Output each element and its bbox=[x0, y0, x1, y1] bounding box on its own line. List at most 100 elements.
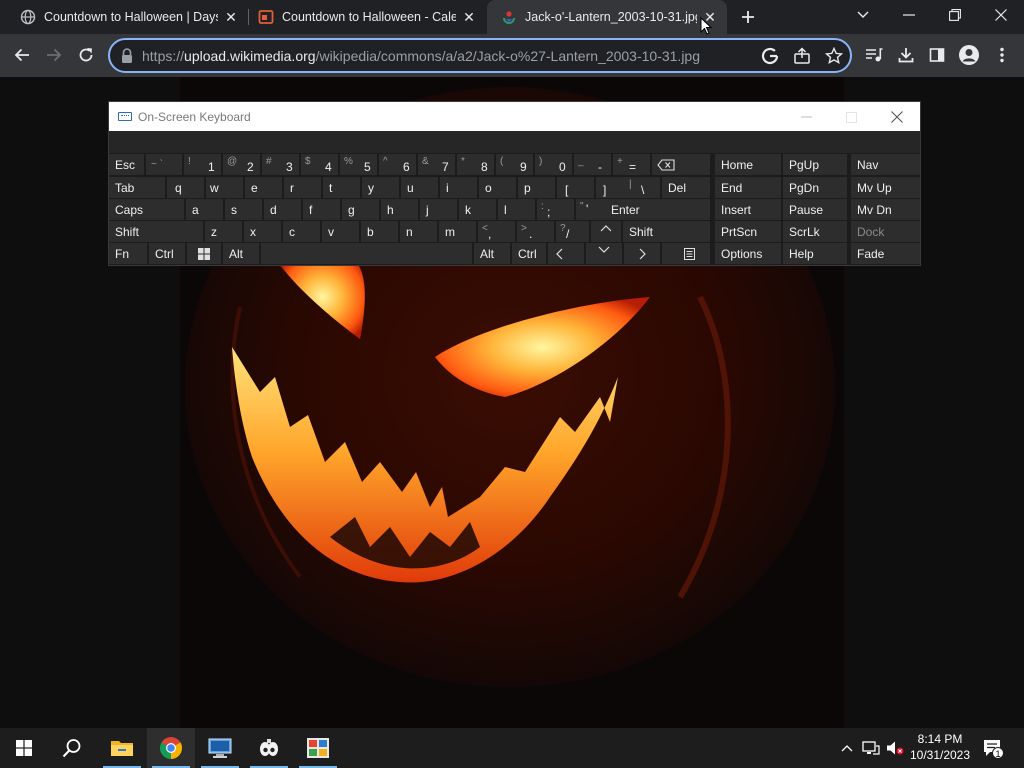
key-page-down[interactable]: PgDn bbox=[783, 177, 847, 198]
key-dock[interactable]: Dock bbox=[851, 221, 920, 242]
key-backspace[interactable] bbox=[652, 154, 710, 175]
reload-button[interactable] bbox=[72, 41, 100, 69]
key-3[interactable]: #3 bbox=[262, 154, 299, 175]
taskbar-remote-desktop[interactable] bbox=[196, 728, 244, 768]
key-page-up[interactable]: PgUp bbox=[783, 154, 847, 175]
key-c[interactable]: c bbox=[283, 221, 320, 242]
network-icon[interactable] bbox=[860, 728, 882, 768]
osk-title-bar[interactable]: On-Screen Keyboard bbox=[109, 102, 920, 131]
key-equals[interactable]: + = bbox=[613, 154, 650, 175]
key-fade[interactable]: Fade bbox=[851, 243, 920, 264]
restore-window-button[interactable] bbox=[932, 0, 978, 30]
key-a[interactable]: a bbox=[186, 199, 223, 220]
profile-avatar-icon[interactable] bbox=[955, 41, 983, 69]
taskbar-file-explorer[interactable] bbox=[98, 728, 146, 768]
key-arrow-left[interactable] bbox=[548, 243, 584, 264]
key-z[interactable]: z bbox=[205, 221, 242, 242]
taskbar-chrome[interactable] bbox=[147, 728, 195, 768]
key-insert[interactable]: Insert bbox=[715, 199, 781, 220]
key-open-bracket[interactable]: {[ bbox=[557, 177, 594, 198]
key-arrow-down[interactable] bbox=[586, 243, 622, 264]
key-y[interactable]: y bbox=[362, 177, 399, 198]
key-print-screen[interactable]: PrtScn bbox=[715, 221, 781, 242]
key-w[interactable]: w bbox=[206, 177, 243, 198]
key-g[interactable]: g bbox=[342, 199, 379, 220]
key-left-shift[interactable]: Shift bbox=[109, 221, 203, 242]
forward-button[interactable] bbox=[40, 41, 68, 69]
tab-countdown-days[interactable]: Countdown to Halloween | Days ✕ bbox=[0, 0, 248, 34]
close-tab-icon[interactable]: ✕ bbox=[460, 8, 478, 26]
key-q[interactable]: q bbox=[167, 177, 204, 198]
google-lens-icon[interactable] bbox=[760, 46, 780, 66]
new-tab-button[interactable] bbox=[736, 5, 760, 29]
key-semicolon[interactable]: :; bbox=[537, 199, 574, 220]
key-caps-lock[interactable]: Caps bbox=[109, 199, 184, 220]
key-period[interactable]: >. bbox=[517, 221, 554, 242]
key-2[interactable]: @2 bbox=[223, 154, 260, 175]
key-help[interactable]: Help bbox=[783, 243, 847, 264]
key-comma[interactable]: <, bbox=[478, 221, 515, 242]
key-del[interactable]: Del bbox=[662, 177, 710, 198]
key-left-alt[interactable]: Alt bbox=[223, 243, 259, 264]
url-text[interactable]: https://upload.wikimedia.org/wikipedia/c… bbox=[142, 48, 700, 64]
search-button[interactable] bbox=[48, 728, 96, 768]
key-o[interactable]: o bbox=[479, 177, 516, 198]
key-esc[interactable]: Esc bbox=[109, 154, 144, 175]
key-right-alt[interactable]: Alt bbox=[474, 243, 510, 264]
back-button[interactable] bbox=[8, 41, 36, 69]
key-scroll-lock[interactable]: ScrLk bbox=[783, 221, 847, 242]
key-menu[interactable] bbox=[662, 243, 710, 264]
show-hidden-icons-button[interactable] bbox=[838, 728, 856, 768]
key-n[interactable]: n bbox=[400, 221, 437, 242]
key-i[interactable]: i bbox=[440, 177, 477, 198]
notification-center-button[interactable]: 1 bbox=[980, 728, 1006, 768]
key-s[interactable]: s bbox=[225, 199, 262, 220]
key-enter[interactable]: Enter bbox=[605, 199, 710, 220]
key-minus[interactable]: _ - bbox=[574, 154, 611, 175]
system-clock[interactable]: 8:14 PM 10/31/2023 bbox=[905, 731, 975, 763]
key-k[interactable]: k bbox=[459, 199, 496, 220]
key-tilde[interactable]: ~ ` bbox=[146, 154, 182, 175]
key-1[interactable]: ! 1 bbox=[184, 154, 221, 175]
reading-list-icon[interactable] bbox=[860, 41, 888, 69]
key-right-shift[interactable]: Shift bbox=[623, 221, 710, 242]
taskbar-screen-reader[interactable] bbox=[245, 728, 293, 768]
key-arrow-up[interactable] bbox=[591, 221, 621, 242]
minimize-window-button[interactable] bbox=[886, 0, 932, 30]
bookmark-star-icon[interactable] bbox=[824, 46, 844, 66]
key-l[interactable]: l bbox=[498, 199, 535, 220]
key-home[interactable]: Home bbox=[715, 154, 781, 175]
osk-maximize-button[interactable] bbox=[840, 106, 862, 128]
key-f[interactable]: f bbox=[303, 199, 340, 220]
chrome-menu-icon[interactable] bbox=[988, 41, 1016, 69]
key-r[interactable]: r bbox=[284, 177, 321, 198]
key-6[interactable]: ^ 6 bbox=[379, 154, 416, 175]
tab-countdown-calendar[interactable]: Countdown to Halloween - Calen ✕ bbox=[238, 0, 486, 34]
downloads-icon[interactable] bbox=[892, 41, 920, 69]
taskbar-app-grid[interactable] bbox=[294, 728, 342, 768]
address-bar[interactable]: https://upload.wikimedia.org/wikipedia/c… bbox=[108, 38, 852, 73]
key-4[interactable]: $4 bbox=[301, 154, 338, 175]
key-7[interactable]: & 7 bbox=[418, 154, 455, 175]
tab-search-icon[interactable] bbox=[840, 0, 886, 30]
key-p[interactable]: p bbox=[518, 177, 555, 198]
side-panel-icon[interactable] bbox=[923, 41, 951, 69]
key-8[interactable]: * 8 bbox=[457, 154, 494, 175]
key-m[interactable]: m bbox=[439, 221, 476, 242]
key-fn[interactable]: Fn bbox=[109, 243, 147, 264]
key-options[interactable]: Options bbox=[715, 243, 781, 264]
key-5[interactable]: % 5 bbox=[340, 154, 377, 175]
key-left-ctrl[interactable]: Ctrl bbox=[149, 243, 185, 264]
key-slash[interactable]: ? / bbox=[556, 221, 589, 242]
key-nav[interactable]: Nav bbox=[851, 154, 920, 175]
key-b[interactable]: b bbox=[361, 221, 398, 242]
key-j[interactable]: j bbox=[420, 199, 457, 220]
tab-jack-o-lantern[interactable]: Jack-o'-Lantern_2003-10-31.jpg ( ✕ bbox=[487, 0, 727, 34]
key-0[interactable]: ) 0 bbox=[535, 154, 572, 175]
close-window-button[interactable] bbox=[978, 0, 1024, 30]
key-arrow-right[interactable] bbox=[624, 243, 660, 264]
key-v[interactable]: v bbox=[322, 221, 359, 242]
key-e[interactable]: e bbox=[245, 177, 282, 198]
osk-close-button[interactable] bbox=[886, 106, 908, 128]
key-d[interactable]: d bbox=[264, 199, 301, 220]
